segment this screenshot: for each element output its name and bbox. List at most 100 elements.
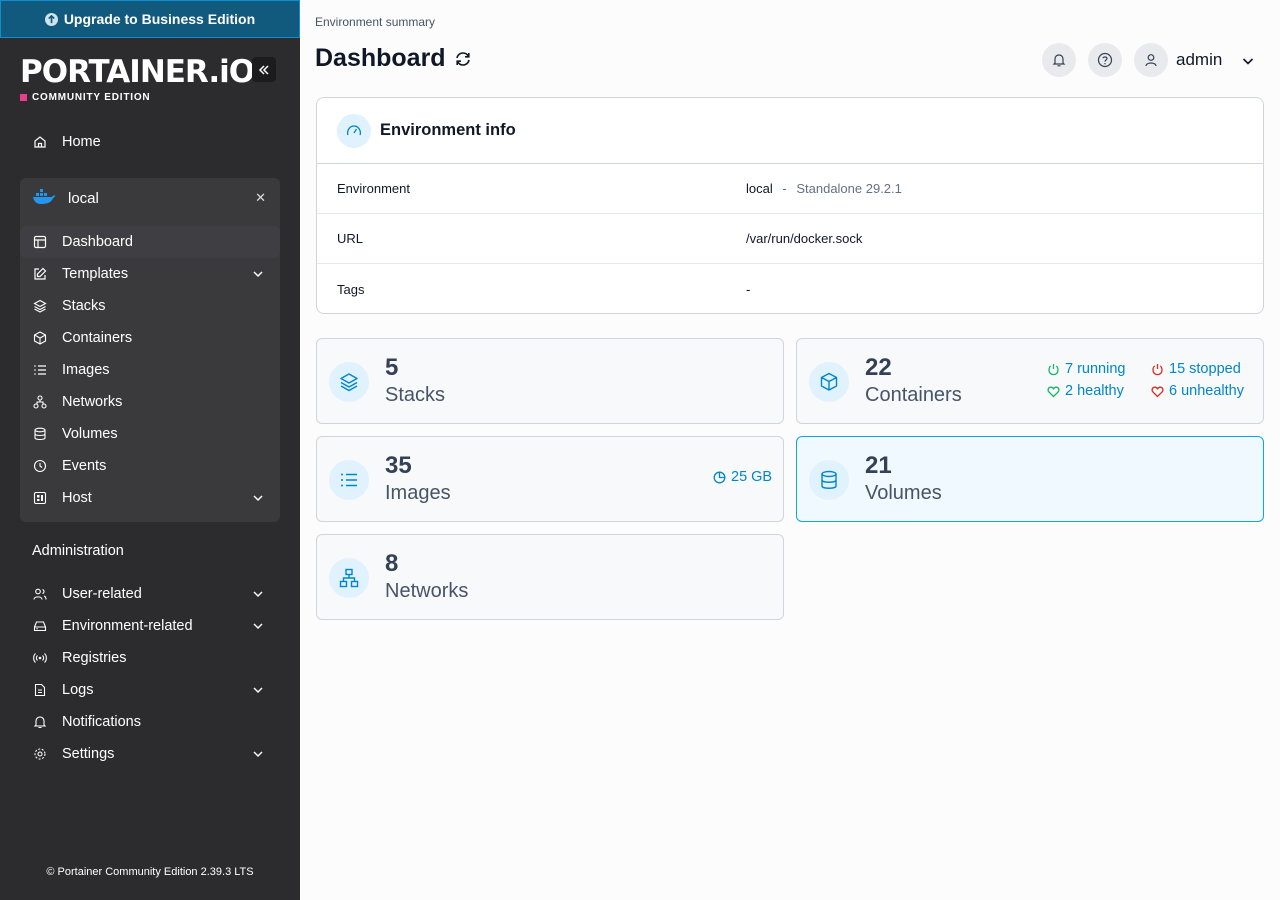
stopped-count: 15 stopped [1169, 361, 1241, 377]
volumes-card[interactable]: 21 Volumes [796, 436, 1264, 522]
sidebar-item-label: Networks [62, 394, 123, 410]
sidebar-item-logs[interactable]: Logs [20, 674, 280, 706]
networks-card[interactable]: 8 Networks [316, 534, 784, 620]
sidebar-item-registries[interactable]: Registries [20, 642, 280, 674]
info-key: Environment [337, 181, 410, 196]
brand-logo[interactable]: PORTAINER.iO COMMUNITY EDITION [20, 56, 255, 103]
info-key: Tags [337, 281, 365, 297]
healthy-count: 2 healthy [1065, 383, 1124, 399]
page-title-text: Dashboard [315, 44, 446, 72]
chevron-down-icon [253, 271, 263, 278]
list-icon [329, 460, 369, 500]
sidebar-item-label: Containers [62, 330, 133, 346]
edition-square-icon [20, 94, 27, 101]
info-row-tags: Tags - [317, 264, 1263, 313]
user-menu-name[interactable]: admin [1176, 50, 1222, 70]
stacks-count: 5 [385, 354, 399, 381]
sidebar-item-images[interactable]: Images [20, 354, 280, 386]
sidebar-item-settings[interactable]: Settings [20, 738, 280, 770]
chevron-down-icon [253, 623, 263, 630]
volumes-label: Volumes [865, 482, 942, 504]
images-label: Images [385, 482, 451, 504]
upgrade-banner[interactable]: Upgrade to Business Edition [0, 0, 300, 38]
chevron-down-icon[interactable] [1241, 54, 1255, 68]
hard-drive-icon [32, 618, 48, 634]
sidebar-item-label: Templates [62, 266, 129, 282]
sidebar-item-label: Logs [62, 682, 94, 698]
info-value: /var/run/docker.sock [746, 231, 863, 246]
bell-icon [32, 714, 48, 730]
sidebar-item-containers[interactable]: Containers [20, 322, 280, 354]
chevron-down-icon [253, 591, 263, 598]
sidebar-item-label: Environment-related [62, 618, 193, 634]
containers-label: Containers [865, 384, 962, 406]
images-size: 25 GB [713, 469, 772, 485]
stopped-status: 15 stopped [1151, 361, 1241, 377]
images-card[interactable]: 35 Images 25 GB [316, 436, 784, 522]
sidebar-item-label: Notifications [62, 714, 141, 730]
environment-info-header: Environment info [317, 98, 1263, 164]
network-icon [32, 394, 48, 410]
administration-heading: Administration [32, 543, 124, 559]
networks-count: 8 [385, 550, 399, 577]
database-icon [32, 426, 48, 442]
pie-chart-icon [713, 471, 726, 483]
info-value: - [746, 281, 751, 297]
volumes-count: 21 [865, 452, 892, 479]
double-chevron-left-icon [258, 64, 269, 75]
bell-icon [1052, 54, 1066, 67]
unhealthy-status: 6 unhealthy [1151, 383, 1244, 399]
environment-info-card: Environment info Environment local - Sta… [316, 97, 1264, 314]
healthy-status: 2 healthy [1047, 383, 1124, 399]
edition-text: COMMUNITY EDITION [32, 92, 151, 103]
sidebar-item-stacks[interactable]: Stacks [20, 290, 280, 322]
sidebar-item-networks[interactable]: Networks [20, 386, 280, 418]
user-icon [1145, 54, 1157, 67]
sidebar-item-events[interactable]: Events [20, 450, 280, 482]
server-icon [32, 490, 48, 506]
sidebar-item-label: Images [62, 362, 110, 378]
version-footer: © Portainer Community Edition 2.39.3 LTS [46, 866, 254, 878]
collapse-sidebar-button[interactable] [252, 57, 276, 82]
sidebar-item-label: Settings [62, 746, 115, 762]
sidebar-item-notifications[interactable]: Notifications [20, 706, 280, 738]
stacks-card[interactable]: 5 Stacks [316, 338, 784, 424]
sidebar-item-environment-related[interactable]: Environment-related [20, 610, 280, 642]
environment-header[interactable]: local ✕ [20, 178, 280, 218]
breadcrumb: Environment summary [315, 15, 436, 29]
environment-type-value: Standalone 29.2.1 [796, 181, 902, 196]
containers-count: 22 [865, 354, 892, 381]
network-icon [329, 558, 369, 598]
notifications-button[interactable] [1042, 43, 1076, 77]
containers-card[interactable]: 22 Containers 7 running 15 stopped 2 hea… [796, 338, 1264, 424]
layers-icon [329, 362, 369, 402]
running-count: 7 running [1065, 361, 1126, 377]
sidebar-item-user-related[interactable]: User-related [20, 578, 280, 610]
sidebar-item-host[interactable]: Host [20, 482, 280, 514]
environment-info-title: Environment info [380, 121, 516, 139]
sidebar-item-label: Volumes [62, 426, 118, 442]
avatar[interactable] [1134, 43, 1168, 77]
refresh-icon[interactable] [454, 50, 472, 68]
environment-name: local [68, 189, 99, 207]
sidebar-item-volumes[interactable]: Volumes [20, 418, 280, 450]
help-button[interactable] [1088, 43, 1122, 77]
networks-label: Networks [385, 580, 469, 602]
images-size-value: 25 GB [731, 469, 773, 485]
heart-icon [1047, 386, 1060, 397]
users-icon [32, 586, 48, 602]
home-icon [32, 134, 48, 150]
upgrade-banner-label: Upgrade to Business Edition [63, 11, 256, 27]
close-icon[interactable]: ✕ [255, 190, 266, 206]
environment-name-value: local [746, 181, 773, 196]
sidebar-item-home[interactable]: Home [20, 126, 280, 158]
sidebar-item-templates[interactable]: Templates [20, 258, 280, 290]
sidebar-item-label: Events [62, 458, 107, 474]
chevron-down-icon [253, 687, 263, 694]
sidebar-item-label: Host [62, 490, 92, 506]
page-title: Dashboard [315, 44, 472, 73]
sidebar-item-dashboard[interactable]: Dashboard [20, 226, 280, 258]
sidebar-item-label: Home [62, 134, 101, 150]
box-icon [809, 362, 849, 402]
running-status: 7 running [1047, 361, 1125, 377]
